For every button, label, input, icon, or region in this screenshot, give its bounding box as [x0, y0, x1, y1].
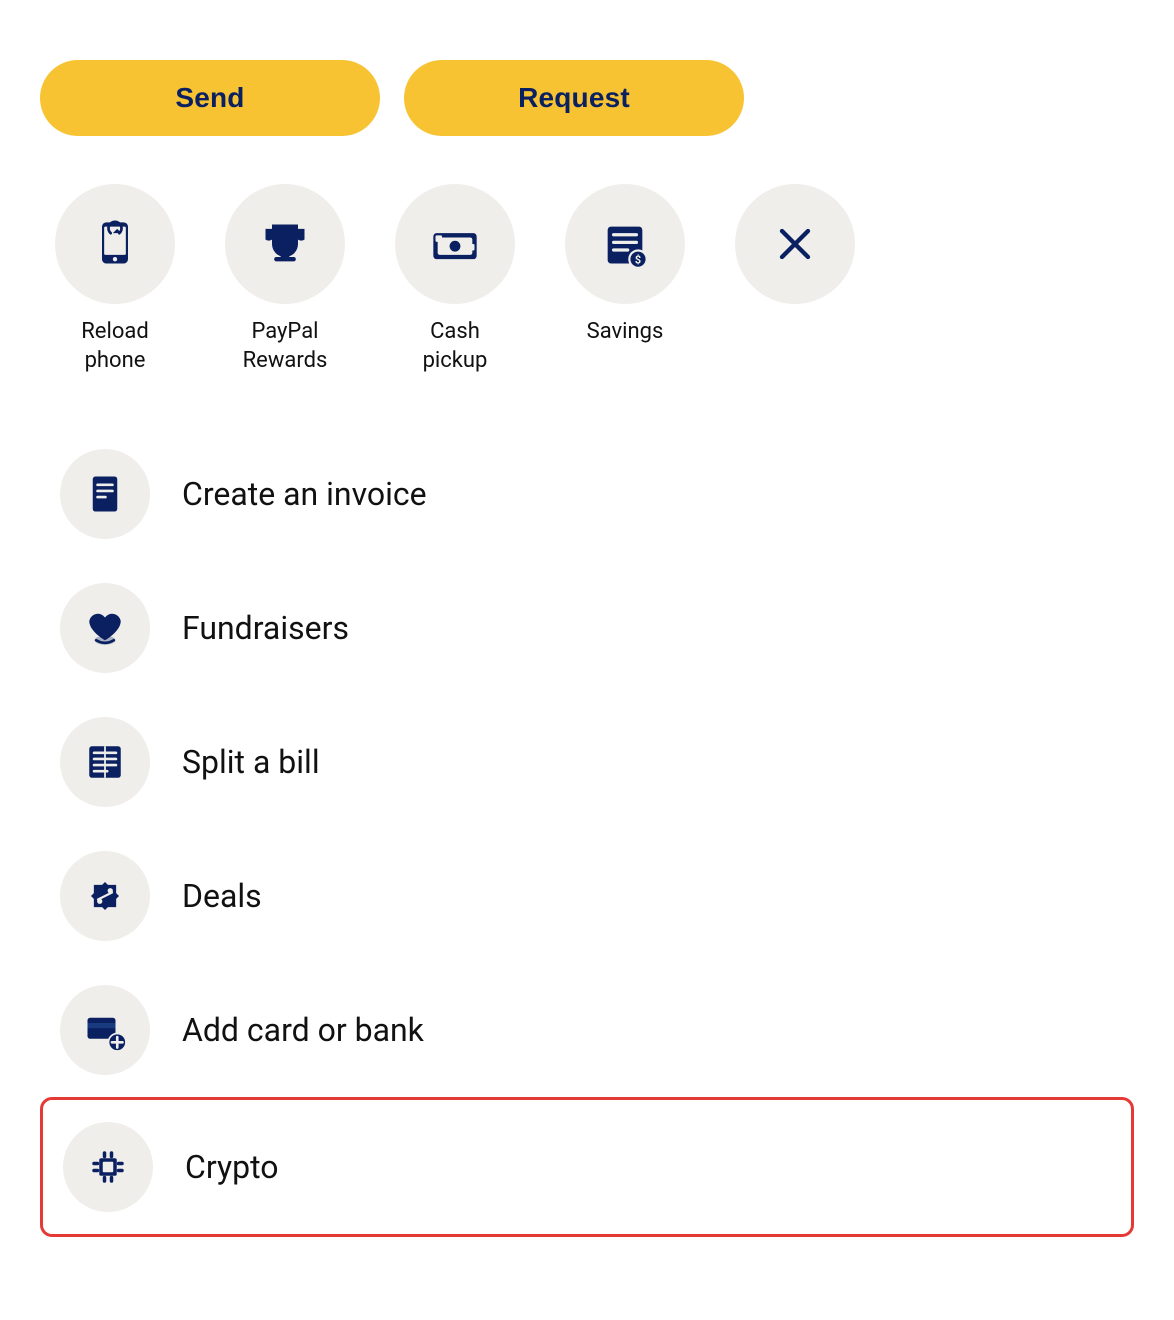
- close-icon-circle: [735, 184, 855, 304]
- savings-icon-circle: $: [565, 184, 685, 304]
- fundraisers-icon: [84, 607, 126, 649]
- create-invoice-label: Create an invoice: [182, 475, 427, 513]
- crypto-icon: [87, 1146, 129, 1188]
- crypto-icon-circle: [63, 1122, 153, 1212]
- close-icon: [769, 218, 821, 270]
- split-bill-icon: [84, 741, 126, 783]
- list-item-split-bill[interactable]: Split a bill: [40, 695, 1134, 829]
- trophy-icon: [259, 218, 311, 270]
- deals-icon: [84, 875, 126, 917]
- split-bill-icon-circle: [60, 717, 150, 807]
- add-card-bank-label: Add card or bank: [182, 1011, 424, 1049]
- split-bill-label: Split a bill: [182, 743, 320, 781]
- list-item-add-card-bank[interactable]: Add card or bank: [40, 963, 1134, 1097]
- add-card-icon-circle: [60, 985, 150, 1075]
- invoice-icon-circle: [60, 449, 150, 539]
- list-item-crypto[interactable]: Crypto: [40, 1097, 1134, 1237]
- savings-label: Savings: [587, 318, 664, 347]
- quick-icon-close[interactable]: [720, 184, 870, 318]
- deals-label: Deals: [182, 877, 262, 915]
- quick-icon-savings[interactable]: $ Savings: [550, 184, 700, 347]
- reload-phone-icon: [89, 218, 141, 270]
- quick-icons-row: Reloadphone PayPalRewards Cashpick: [40, 184, 1134, 375]
- cash-pickup-icon-circle: [395, 184, 515, 304]
- fundraisers-label: Fundraisers: [182, 609, 349, 647]
- quick-icon-cash-pickup[interactable]: Cashpickup: [380, 184, 530, 375]
- crypto-label: Crypto: [185, 1148, 278, 1186]
- paypal-rewards-label: PayPalRewards: [243, 318, 328, 375]
- list-item-fundraisers[interactable]: Fundraisers: [40, 561, 1134, 695]
- list-item-create-invoice[interactable]: Create an invoice: [40, 427, 1134, 561]
- svg-text:$: $: [635, 254, 641, 267]
- savings-icon: $: [599, 218, 651, 270]
- send-button[interactable]: Send: [40, 60, 380, 136]
- list-item-deals[interactable]: Deals: [40, 829, 1134, 963]
- cash-pickup-icon: [429, 218, 481, 270]
- reload-phone-icon-circle: [55, 184, 175, 304]
- add-card-icon: [84, 1009, 126, 1051]
- quick-icon-paypal-rewards[interactable]: PayPalRewards: [210, 184, 360, 375]
- list-items-container: Create an invoice Fundraisers Split a bi…: [40, 427, 1134, 1237]
- quick-icon-reload-phone[interactable]: Reloadphone: [40, 184, 190, 375]
- reload-phone-label: Reloadphone: [81, 318, 149, 375]
- trophy-icon-circle: [225, 184, 345, 304]
- cash-pickup-label: Cashpickup: [423, 318, 488, 375]
- top-buttons-row: Send Request: [40, 60, 1134, 136]
- fundraisers-icon-circle: [60, 583, 150, 673]
- invoice-icon: [84, 473, 126, 515]
- request-button[interactable]: Request: [404, 60, 744, 136]
- deals-icon-circle: [60, 851, 150, 941]
